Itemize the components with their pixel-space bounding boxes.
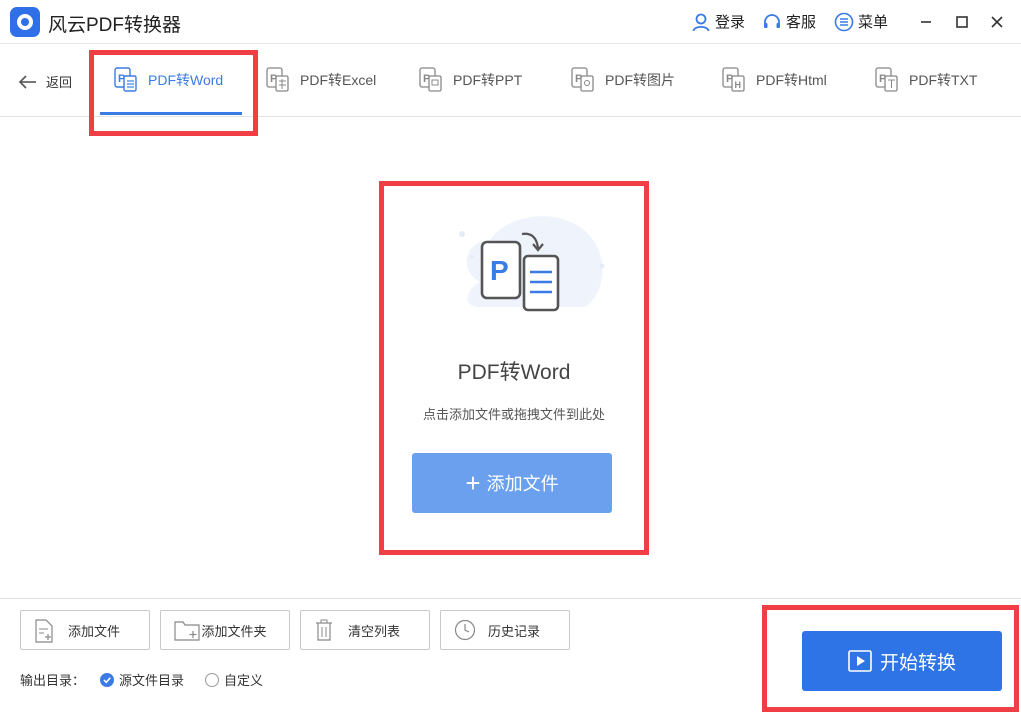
- add-folder-label: 添加文件夹: [201, 623, 267, 639]
- tab-label: PDF转Excel: [300, 72, 377, 88]
- tab-label: PDF转Word: [148, 72, 224, 88]
- drop-zone-title: PDF转Word: [457, 361, 571, 384]
- radio-source-dir[interactable]: 源文件目录: [100, 670, 184, 689]
- app-logo: [10, 7, 40, 37]
- radio-label: 源文件目录: [119, 673, 185, 688]
- plus-icon: +: [465, 468, 481, 498]
- add-file-button[interactable]: + 添加文件: [412, 453, 612, 513]
- pdf-to-word-illustration: P: [459, 216, 605, 312]
- start-convert-label: 开始转换: [879, 652, 956, 674]
- divider: [0, 598, 1021, 599]
- tab-pdf-to-ppt[interactable]: P PDF转PPT: [419, 67, 522, 93]
- pdf-to-html-icon: PH: [722, 67, 745, 92]
- active-tab-indicator: [100, 112, 242, 115]
- menu-label: 菜单: [858, 14, 889, 31]
- clear-list-button[interactable]: 清空列表: [300, 610, 430, 650]
- radio-unchecked-icon: [205, 672, 219, 687]
- tab-pdf-to-word[interactable]: P PDF转Word: [114, 67, 223, 93]
- service-button[interactable]: 客服: [762, 11, 816, 32]
- title-bar: 风云PDF转换器 登录 客服 菜单: [0, 0, 1021, 44]
- add-folder-button[interactable]: 添加文件夹: [160, 610, 290, 650]
- tab-label: PDF转图片: [605, 72, 675, 88]
- radio-label: 自定义: [224, 673, 264, 688]
- login-label: 登录: [715, 14, 746, 31]
- minimize-icon[interactable]: [916, 12, 936, 32]
- tab-label: PDF转TXT: [909, 72, 978, 88]
- svg-text:H: H: [735, 80, 742, 90]
- headset-icon: [764, 13, 780, 28]
- history-button[interactable]: 历史记录: [440, 610, 570, 650]
- pdf-to-image-icon: P: [571, 67, 594, 92]
- history-label: 历史记录: [487, 623, 540, 639]
- close-icon[interactable]: [987, 12, 1007, 32]
- add-file-tool-label: 添加文件: [67, 623, 120, 639]
- tab-pdf-to-image[interactable]: P PDF转图片: [571, 67, 675, 93]
- arrow-left-icon: [18, 74, 36, 89]
- app-title: 风云PDF转换器: [48, 15, 182, 36]
- maximize-icon[interactable]: [952, 12, 972, 32]
- menu-button[interactable]: 菜单: [834, 11, 888, 32]
- back-label: 返回: [46, 75, 73, 90]
- add-file-tool-button[interactable]: 添加文件: [20, 610, 150, 650]
- radio-custom-dir[interactable]: 自定义: [205, 670, 263, 689]
- output-dir-label: 输出目录：: [20, 673, 86, 688]
- tab-pdf-to-excel[interactable]: P PDF转Excel: [266, 67, 376, 93]
- menu-icon: [834, 12, 854, 31]
- tab-pdf-to-html[interactable]: PH PDF转Html: [722, 67, 827, 93]
- tab-pdf-to-txt[interactable]: P PDF转TXT: [875, 67, 977, 93]
- user-icon: [692, 13, 710, 31]
- play-icon: [848, 650, 872, 672]
- start-convert-button[interactable]: 开始转换: [802, 631, 1002, 691]
- tab-label: PDF转PPT: [453, 72, 523, 88]
- login-button[interactable]: 登录: [691, 11, 745, 32]
- service-label: 客服: [786, 14, 817, 31]
- pdf-to-ppt-icon: P: [419, 67, 442, 92]
- add-file-label: 添加文件: [486, 474, 559, 494]
- conversion-tab-bar: 返回 P PDF转Word P PDF转Excel P PDF转PPT P PD…: [0, 45, 1021, 117]
- tab-label: PDF转Html: [756, 72, 827, 88]
- pdf-to-word-icon: P: [114, 67, 137, 92]
- pdf-to-txt-icon: P: [875, 67, 898, 92]
- drop-zone-hint: 点击添加文件或拖拽文件到此处: [422, 407, 605, 422]
- radio-checked-icon: [100, 672, 114, 687]
- pdf-to-excel-icon: P: [266, 67, 289, 92]
- back-button[interactable]: 返回: [18, 72, 72, 91]
- svg-text:P: P: [490, 255, 509, 286]
- clear-list-label: 清空列表: [347, 623, 400, 639]
